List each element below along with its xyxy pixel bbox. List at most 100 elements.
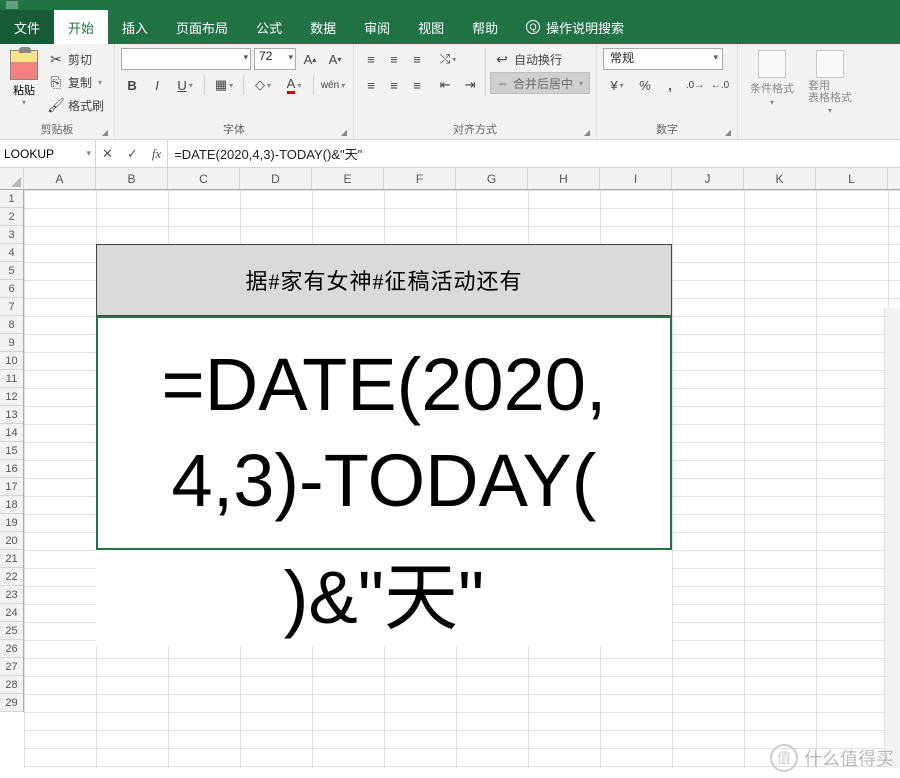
wrap-text-button[interactable]: ↩自动换行 (490, 48, 590, 70)
tab-insert[interactable]: 插入 (108, 10, 162, 44)
format-painter-button[interactable]: 🖌格式刷 (44, 94, 108, 116)
decrease-indent-button[interactable]: ⇤ (434, 74, 456, 96)
tab-file[interactable]: 文件 (0, 10, 54, 44)
column-header-C[interactable]: C (168, 168, 240, 189)
row-headers[interactable]: 1234567891011121314151617181920212223242… (0, 190, 24, 712)
name-box[interactable]: LOOKUP (0, 140, 96, 167)
worksheet[interactable]: ABCDEFGHIJKL 123456789101112131415161718… (0, 168, 900, 768)
increase-indent-button[interactable]: ⇥ (459, 74, 481, 96)
tell-me-search[interactable]: Q 操作说明搜索 (512, 10, 624, 44)
column-headers[interactable]: ABCDEFGHIJKL (24, 168, 900, 190)
paste-label: 粘贴 (13, 82, 35, 98)
insert-function-button[interactable]: fx (152, 146, 161, 162)
percent-button[interactable]: % (634, 74, 656, 96)
increase-font-button[interactable]: A▴ (299, 48, 321, 70)
row-header-3[interactable]: 3 (0, 226, 23, 244)
align-left-button[interactable]: ≡ (360, 74, 382, 96)
column-header-F[interactable]: F (384, 168, 456, 189)
row-header-25[interactable]: 25 (0, 622, 23, 640)
row-header-24[interactable]: 24 (0, 604, 23, 622)
column-header-A[interactable]: A (24, 168, 96, 189)
number-format-select[interactable]: 常规 (603, 48, 723, 70)
bold-button[interactable]: B (121, 74, 143, 96)
enter-formula-button[interactable]: ✓ (127, 146, 138, 162)
copy-button[interactable]: ⎘复制 (44, 71, 108, 93)
row-header-17[interactable]: 17 (0, 478, 23, 496)
row-header-20[interactable]: 20 (0, 532, 23, 550)
comma-style-button[interactable]: , (659, 74, 681, 96)
tab-page-layout[interactable]: 页面布局 (162, 10, 242, 44)
cancel-formula-button[interactable]: ✕ (102, 146, 113, 162)
merged-cell-header[interactable]: 据#家有女神#征稿活动还有 (96, 244, 672, 316)
row-header-10[interactable]: 10 (0, 352, 23, 370)
row-header-11[interactable]: 11 (0, 370, 23, 388)
row-header-2[interactable]: 2 (0, 208, 23, 226)
row-header-7[interactable]: 7 (0, 298, 23, 316)
row-header-13[interactable]: 13 (0, 406, 23, 424)
column-header-D[interactable]: D (240, 168, 312, 189)
tab-view[interactable]: 视图 (404, 10, 458, 44)
row-header-27[interactable]: 27 (0, 658, 23, 676)
column-header-L[interactable]: L (816, 168, 888, 189)
accounting-format-button[interactable]: ¥ (603, 74, 631, 96)
font-size-select[interactable]: 72 (254, 48, 296, 70)
row-header-14[interactable]: 14 (0, 424, 23, 442)
qat-save-icon[interactable] (6, 1, 18, 9)
row-header-8[interactable]: 8 (0, 316, 23, 334)
paste-button[interactable]: 粘贴 ▾ (6, 48, 42, 109)
tab-data[interactable]: 数据 (296, 10, 350, 44)
decrease-font-button[interactable]: A▾ (324, 48, 346, 70)
column-header-H[interactable]: H (528, 168, 600, 189)
merge-center-button[interactable]: ⇔合并后居中 (490, 72, 590, 94)
conditional-formatting-button[interactable]: 条件格式▾ (744, 48, 800, 109)
column-header-K[interactable]: K (744, 168, 816, 189)
cell-grid[interactable]: 据#家有女神#征稿活动还有 =DATE(2020, 4,3)-TODAY( )&… (24, 190, 900, 768)
font-color-button[interactable]: A (280, 74, 308, 96)
row-header-4[interactable]: 4 (0, 244, 23, 262)
underline-button[interactable]: U (171, 74, 199, 96)
row-header-15[interactable]: 15 (0, 442, 23, 460)
font-name-select[interactable] (121, 48, 251, 70)
row-header-28[interactable]: 28 (0, 676, 23, 694)
row-header-12[interactable]: 12 (0, 388, 23, 406)
italic-button[interactable]: I (146, 74, 168, 96)
increase-decimal-button[interactable]: .0→ (684, 74, 706, 96)
column-header-I[interactable]: I (600, 168, 672, 189)
tab-formulas[interactable]: 公式 (242, 10, 296, 44)
orientation-button[interactable]: ⤭ (434, 48, 462, 70)
formula-input[interactable]: =DATE(2020,4,3)-TODAY()&"天" (168, 140, 900, 167)
select-all-corner[interactable] (0, 168, 24, 190)
fill-color-button[interactable]: ◇ (249, 74, 277, 96)
align-bottom-button[interactable]: ≡ (406, 48, 428, 70)
row-header-5[interactable]: 5 (0, 262, 23, 280)
cut-button[interactable]: ✂剪切 (44, 48, 108, 70)
row-header-26[interactable]: 26 (0, 640, 23, 658)
phonetic-button[interactable]: wén (319, 74, 347, 96)
tab-help[interactable]: 帮助 (458, 10, 512, 44)
vertical-scrollbar[interactable] (884, 308, 900, 768)
column-header-J[interactable]: J (672, 168, 744, 189)
borders-button[interactable]: ▦ (210, 74, 238, 96)
tab-review[interactable]: 审阅 (350, 10, 404, 44)
align-middle-button[interactable]: ≡ (383, 48, 405, 70)
row-header-6[interactable]: 6 (0, 280, 23, 298)
row-header-16[interactable]: 16 (0, 460, 23, 478)
active-cell-editing[interactable]: =DATE(2020, 4,3)-TODAY( (96, 316, 672, 550)
row-header-9[interactable]: 9 (0, 334, 23, 352)
format-as-table-button[interactable]: 套用 表格格式▾ (802, 48, 858, 117)
row-header-19[interactable]: 19 (0, 514, 23, 532)
row-header-22[interactable]: 22 (0, 568, 23, 586)
column-header-G[interactable]: G (456, 168, 528, 189)
column-header-E[interactable]: E (312, 168, 384, 189)
row-header-29[interactable]: 29 (0, 694, 23, 712)
decrease-decimal-button[interactable]: ←.0 (709, 74, 731, 96)
column-header-B[interactable]: B (96, 168, 168, 189)
row-header-18[interactable]: 18 (0, 496, 23, 514)
align-center-button[interactable]: ≡ (383, 74, 405, 96)
row-header-23[interactable]: 23 (0, 586, 23, 604)
tab-home[interactable]: 开始 (54, 10, 108, 44)
align-top-button[interactable]: ≡ (360, 48, 382, 70)
row-header-1[interactable]: 1 (0, 190, 23, 208)
align-right-button[interactable]: ≡ (406, 74, 428, 96)
row-header-21[interactable]: 21 (0, 550, 23, 568)
